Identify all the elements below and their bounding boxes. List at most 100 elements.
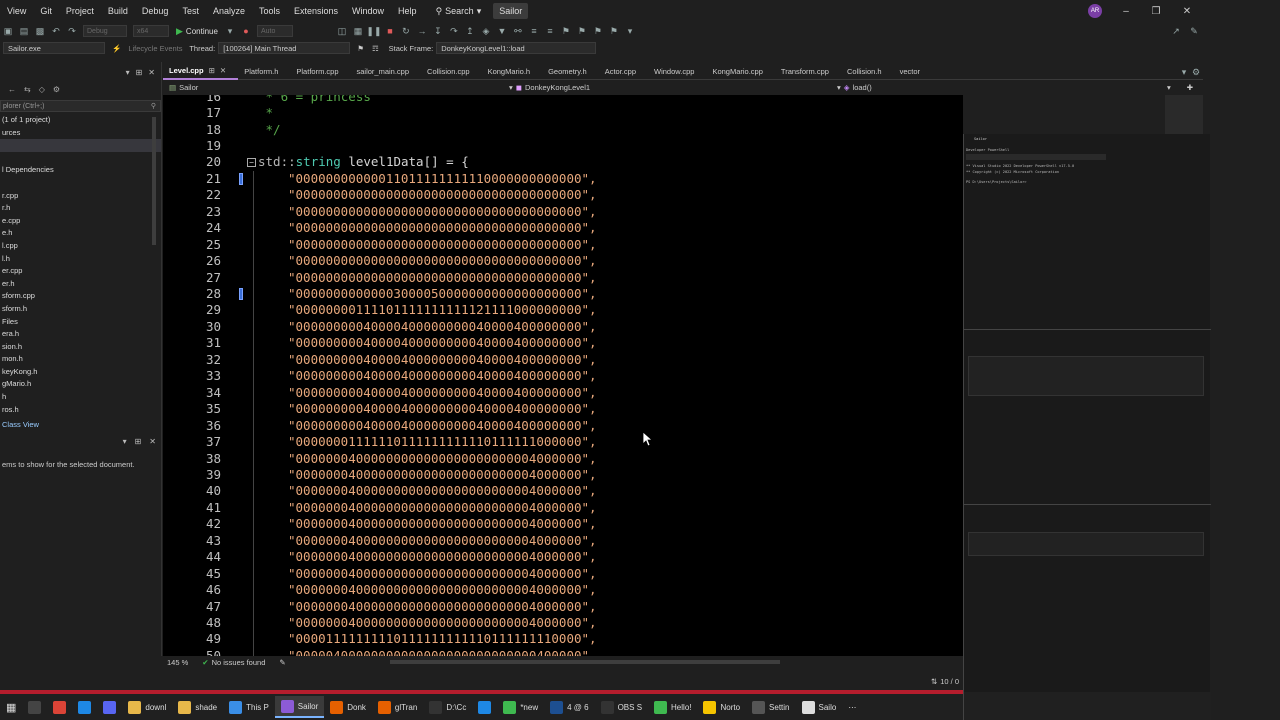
document-tab[interactable]: Collision.h [841,64,894,80]
tree-item[interactable]: sion.h [0,341,161,354]
code-line[interactable]: "00000000040000400000000040000400000000"… [288,385,597,401]
start-icon[interactable]: ▦ [0,696,22,718]
taskbar-app[interactable] [97,696,122,718]
chevron-down-icon[interactable]: ▾ [624,25,636,37]
bookmark-icon[interactable]: ⚑ [560,25,572,37]
taskbar-app[interactable] [72,696,97,718]
code-line[interactable]: "00000000040000400000000040000400000000"… [288,319,597,335]
settings-icon[interactable]: ⚙ [1190,66,1202,78]
tree-item[interactable]: (1 of 1 project) [0,114,161,127]
code-line[interactable]: * 6 = princess [258,95,371,105]
stop-icon[interactable]: ■ [384,25,396,37]
document-tab[interactable]: vector [894,64,932,80]
save-all-icon[interactable]: ▩ [34,25,46,37]
menu-build[interactable]: Build [101,6,135,16]
redo-icon[interactable]: ↷ [66,25,78,37]
line-col-status[interactable]: 10 / 0 [940,677,959,686]
code-line[interactable]: "00000004000000000000000000000004000000"… [288,566,597,582]
tree-item[interactable]: urces [0,127,161,140]
taskbar-app[interactable]: OBS S [595,696,648,718]
code-line[interactable]: "00000000040000400000000040000400000000"… [288,335,597,351]
avatar[interactable]: AR [1088,4,1102,18]
outdent-icon[interactable]: ≡ [544,25,556,37]
pin-icon[interactable]: ⊞ [136,68,143,77]
document-tab[interactable]: Geometry.h [542,64,599,80]
horizontal-scrollbar[interactable] [390,660,780,664]
thread-dropdown[interactable]: [100264] Main Thread [218,42,351,54]
tree-item[interactable]: e.cpp [0,215,161,228]
tree-item[interactable]: era.h [0,328,161,341]
source-control-icon[interactable]: ⇅ [931,677,937,686]
code-line[interactable]: "00000004000000000000000000000004000000"… [288,483,597,499]
collapse-toggle-icon[interactable]: − [247,158,256,168]
code-line[interactable]: "00000004000000000000000000000004000000"… [288,516,597,532]
terminal-window-thumbnail[interactable]: Sailor Developer PowerShell ** Visual St… [963,134,1211,720]
close-icon[interactable]: ✕ [148,68,155,77]
taskbar-app[interactable]: Hello! [648,696,697,718]
tree-item[interactable]: Files [0,316,161,329]
tree-item[interactable]: ros.h [0,404,161,417]
pause-icon[interactable]: ❚❚ [366,25,381,37]
pin-icon[interactable]: ⊞ [209,66,215,75]
process-dropdown[interactable]: Sailor.exe [3,42,105,54]
code-line[interactable]: "00000000111101111111111121111000000000"… [288,302,597,318]
taskbar-app[interactable]: Donk [324,696,372,718]
bookmark-clear-icon[interactable]: ⚑ [608,25,620,37]
tree-item[interactable]: r.h [0,202,161,215]
document-tab[interactable]: sailor_main.cpp [351,64,422,80]
code-line[interactable]: "00000004000000000000000000000004000000"… [288,615,597,631]
menu-window[interactable]: Window [345,6,391,16]
taskbar-app[interactable]: This P [223,696,275,718]
stack-frame-dropdown[interactable]: DonkeyKongLevel1::load [436,42,597,54]
undo-icon[interactable]: ↶ [50,25,62,37]
settings-icon[interactable]: ⚙ [53,85,60,94]
tree-item[interactable]: gMario.h [0,378,161,391]
breakpoint-icon[interactable]: ● [240,25,252,37]
document-tab[interactable]: Platform.cpp [290,64,350,80]
code-line[interactable]: "00000000000000000000000000000000000000"… [288,253,597,269]
code-line[interactable]: "00000004000000000000000000000004000000"… [288,549,597,565]
lifecycle-events-dropdown[interactable]: Lifecycle Events [124,42,186,54]
code-line[interactable]: "00000000000000000000000000000000000000"… [288,270,597,286]
indent-icon[interactable]: ≡ [528,25,540,37]
add-icon[interactable]: ✚ [1181,83,1199,92]
taskbar-app[interactable]: Sailor [274,696,325,718]
chevron-down-icon[interactable]: ▾ [224,25,236,37]
document-tab[interactable]: Collision.cpp [421,64,482,80]
code-line[interactable]: "00000000000011011111111110000000000000"… [288,171,597,187]
taskbar-app[interactable]: glTran [372,696,423,718]
document-tab[interactable]: KongMario.cpp [706,64,774,80]
document-tab[interactable]: Actor.cpp [599,64,648,80]
taskbar-app[interactable] [47,696,72,718]
new-file-icon[interactable]: ▣ [2,25,14,37]
menu-view[interactable]: View [0,6,33,16]
code-line[interactable]: "00000004000000000000000000000004000000"… [288,599,597,615]
code-line[interactable]: "00000004000000000000000000000004000000"… [288,451,597,467]
flag-icon[interactable]: ⚑ [357,44,364,53]
tree-item[interactable]: mon.h [0,353,161,366]
menu-extensions[interactable]: Extensions [287,6,345,16]
step-into-icon[interactable]: ↧ [432,25,444,37]
close-icon[interactable]: ✕ [220,66,226,75]
taskbar-app[interactable]: shade [172,696,223,718]
git-icon[interactable]: ⚯ [512,25,524,37]
code-line[interactable]: "00000004000000000000000000000004000000"… [288,500,597,516]
menu-help[interactable]: Help [391,6,424,16]
configuration-dropdown[interactable]: Debug [83,25,127,37]
tree-item[interactable] [0,152,161,165]
back-icon[interactable]: ← [8,85,16,94]
sync-icon[interactable]: ⇆ [24,85,31,94]
code-line[interactable]: "00000000000003000050000000000000000000"… [288,286,597,302]
taskbar-app[interactable] [472,696,497,718]
chevron-down-icon[interactable]: ▾ [126,68,130,77]
taskbar-app[interactable]: *new [497,696,544,718]
code-line[interactable]: * [258,105,274,121]
taskbar-app[interactable]: Sailo [796,696,843,718]
menu-project[interactable]: Project [59,6,101,16]
close-icon[interactable]: ✕ [149,437,156,451]
document-tab[interactable]: Window.cpp [648,64,706,80]
document-tab[interactable]: KongMario.h [482,64,543,80]
tree-item[interactable]: sform.h [0,303,161,316]
save-icon[interactable]: ▤ [18,25,30,37]
tree-item[interactable]: er.h [0,278,161,291]
